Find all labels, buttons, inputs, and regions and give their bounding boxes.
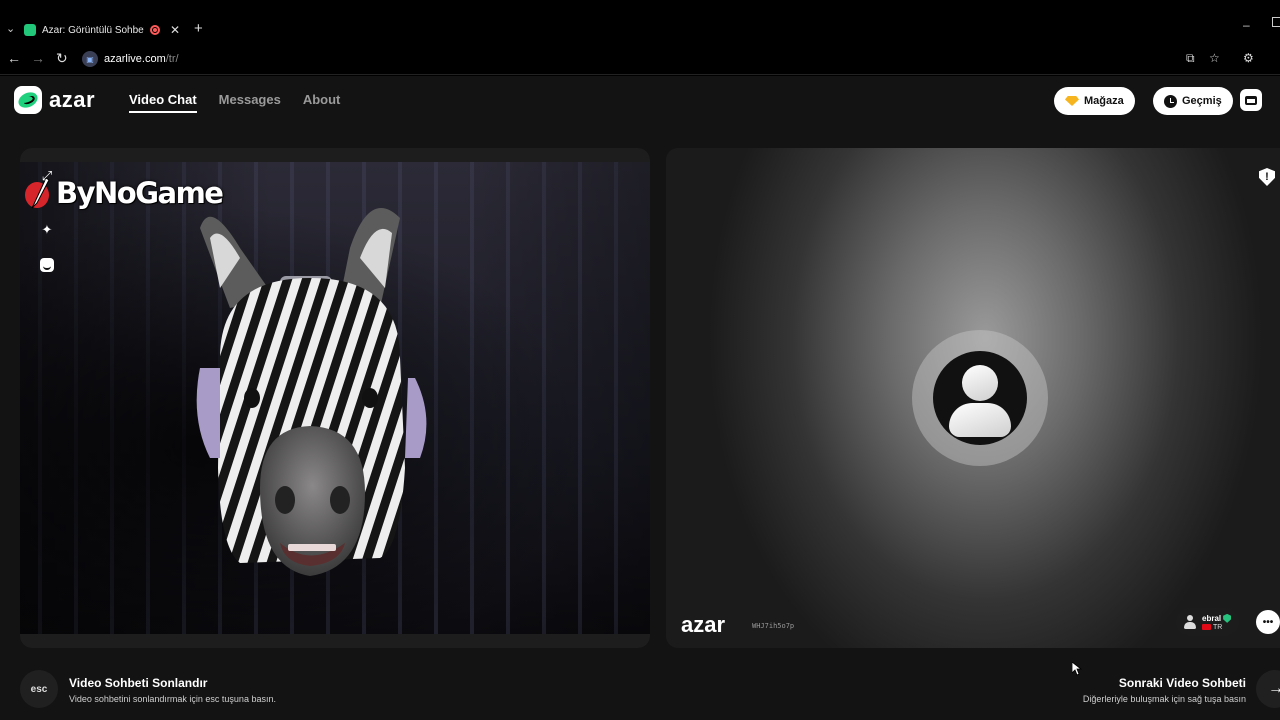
clock-icon [1164,94,1177,108]
next-chat-arrow-button[interactable]: → [1256,670,1280,708]
peer-video-logo: azar [681,612,726,637]
self-video: ByNoGame ⤢ ✦ [20,148,650,648]
extensions-icon[interactable]: ⚙ [1243,51,1254,65]
peer-profile-chip[interactable]: ebral TR [1176,608,1240,636]
magic-wand-icon[interactable]: ✦ [39,222,55,238]
nav-messages[interactable]: Messages [219,92,281,113]
browser-tab[interactable]: Azar: Görüntülü Sohbet & Y ✕ [24,17,188,43]
user-silhouette-icon [933,351,1027,445]
new-tab-button[interactable]: + [194,20,203,37]
zebra-face-filter [196,208,427,576]
next-chat-title: Sonraki Video Sohbeti [1118,676,1246,690]
tab-title: Azar: Görüntülü Sohbet & Y [42,24,144,36]
store-label: Mağaza [1084,95,1124,107]
turkey-flag-icon [1202,624,1211,630]
reload-icon[interactable]: ↻ [56,50,68,67]
bookmark-star-icon[interactable]: ☆ [1209,51,1220,65]
browser-tabbar: ⌄ Azar: Görüntülü Sohbet & Y ✕ + – [0,0,1280,44]
peer-name: ebral [1202,613,1222,623]
minimize-window-button[interactable]: – [1243,18,1250,32]
inventory-box-button[interactable] [1240,89,1262,111]
history-label: Geçmiş [1182,95,1222,107]
chat-bubble-button[interactable]: ••• [1256,610,1280,634]
back-arrow-icon[interactable]: ← [7,50,21,66]
watermark-text: ByNoGame [56,176,224,210]
tab-search-chevron-icon[interactable]: ⌄ [6,22,15,35]
end-chat-hint: Video Sohbeti Sonlandır Video sohbetini … [69,676,276,704]
site-info-icon[interactable]: ▣ [82,51,98,67]
diamond-icon [1065,96,1079,106]
site-header: azar Video Chat Messages About Mağaza Ge… [0,76,1280,130]
store-button[interactable]: Mağaza [1054,87,1135,115]
tab-close-icon[interactable]: ✕ [170,23,180,37]
nav-video-chat[interactable]: Video Chat [129,92,197,113]
box-icon [1245,95,1257,105]
expand-icon[interactable]: ⤢ [39,168,55,184]
video-bottom-bar [20,634,650,648]
video-top-bar [20,148,650,162]
end-chat-title: Video Sohbeti Sonlandır [69,676,208,690]
verified-badge-icon [1223,613,1232,623]
url-host: azarlive.com [104,53,166,65]
azar-logo-icon [14,86,42,114]
peer-avatar-icon [1184,615,1196,629]
browser-toolbar: ← → ↻ ▣ azarlive.com/tr/ ⧉ ☆ ⚙ [0,44,1280,75]
peer-avatar-placeholder [912,330,1048,466]
next-chat-subtitle: Diğerleriyle buluşmak için sağ tuşa bası… [1082,694,1246,704]
recording-icon [150,25,160,35]
end-chat-subtitle: Video sohbetini sonlandırmak için esc tu… [69,694,276,704]
forward-arrow-icon[interactable]: → [31,50,45,66]
face-filter-button[interactable] [39,257,55,273]
report-shield-icon[interactable]: ! [1259,168,1275,186]
mouse-cursor-icon [1072,662,1082,676]
address-bar[interactable]: ▣ azarlive.com/tr/ [82,49,179,69]
install-app-icon[interactable]: ⧉ [1186,51,1195,66]
smile-icon [40,258,54,272]
session-id: WHJ7ih5o7p [752,622,795,630]
next-chat-hint: Sonraki Video Sohbeti Diğerleriyle buluş… [1083,676,1246,704]
url-path: /tr/ [165,53,179,65]
peer-video: ! azar WHJ7ih5o7p ebral TR ••• [666,148,1280,648]
nav-about[interactable]: About [303,92,341,113]
azar-logo[interactable]: azar [14,86,95,114]
end-chat-esc-button[interactable]: esc [20,670,58,708]
history-button[interactable]: Geçmiş [1153,87,1233,115]
peer-country: TR [1213,623,1223,631]
main-nav: Video Chat Messages About [129,92,340,113]
azar-site: azar Video Chat Messages About Mağaza Ge… [0,76,1280,720]
maximize-window-button[interactable] [1272,17,1280,27]
logo-text: azar [49,87,96,112]
azar-favicon-icon [24,24,36,36]
